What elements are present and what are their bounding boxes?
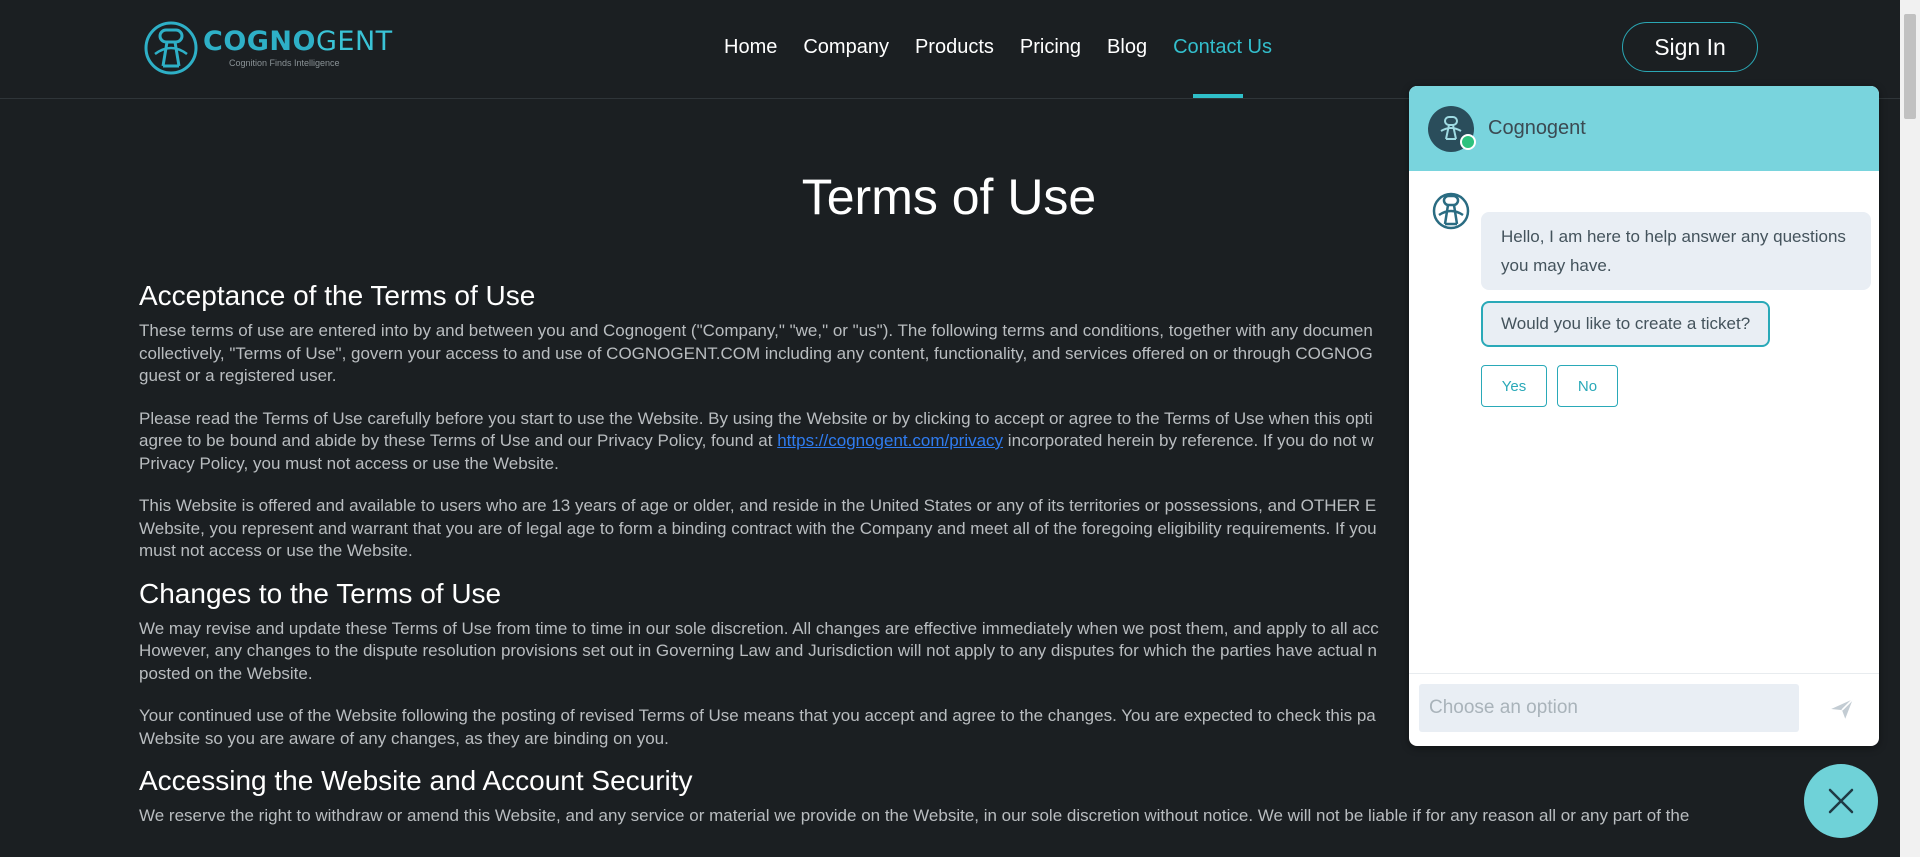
sign-in-button[interactable]: Sign In	[1622, 22, 1758, 72]
logo-tagline: Cognition Finds Intelligence	[229, 58, 340, 68]
logo-brand-light: GENT	[315, 26, 393, 57]
bot-message: Hello, I am here to help answer any ques…	[1481, 212, 1871, 290]
text-fragment: agree to be bound and abide by these Ter…	[139, 431, 778, 450]
bot-question: Would you like to create a ticket?	[1481, 301, 1771, 347]
nav-active-indicator	[1193, 94, 1243, 98]
section-accessing: Accessing the Website and Account Securi…	[139, 765, 1759, 828]
paragraph: We reserve the right to withdraw or amen…	[139, 805, 1759, 828]
section-heading: Accessing the Website and Account Securi…	[139, 765, 693, 796]
nav-blog[interactable]: Blog	[1107, 36, 1147, 59]
main-nav: Home Company Products Pricing Blog Conta…	[724, 36, 1298, 59]
nav-products[interactable]: Products	[915, 36, 994, 59]
nav-home[interactable]: Home	[724, 36, 777, 59]
cognogent-logo[interactable]: COGNOGENT Cognition Finds Intelligence	[143, 20, 393, 76]
cognogent-logo-icon	[144, 21, 198, 75]
close-icon	[1828, 788, 1854, 814]
page-scrollbar[interactable]	[1900, 0, 1920, 857]
bot-message-icon	[1432, 192, 1470, 230]
send-icon[interactable]	[1829, 696, 1855, 722]
chat-close-button[interactable]	[1804, 764, 1878, 838]
site-header: COGNOGENT Cognition Finds Intelligence H…	[0, 0, 1900, 99]
scrollbar-thumb[interactable]	[1904, 14, 1916, 119]
nav-contact-us[interactable]: Contact Us	[1173, 36, 1272, 59]
chat-footer	[1409, 673, 1879, 746]
privacy-policy-link[interactable]: https://cognogent.com/privacy	[777, 431, 1003, 450]
nav-pricing[interactable]: Pricing	[1020, 36, 1081, 59]
option-yes-button[interactable]: Yes	[1481, 365, 1547, 407]
chat-widget: Cognogent Hello, I am here to help answe…	[1409, 86, 1879, 746]
logo-brand-bold: COGNO	[203, 26, 316, 57]
chat-header: Cognogent	[1409, 86, 1879, 171]
option-no-button[interactable]: No	[1557, 365, 1618, 407]
text-fragment: incorporated herein by reference. If you…	[1003, 431, 1374, 450]
nav-company[interactable]: Company	[803, 36, 889, 59]
paragraph-line: We reserve the right to withdraw or amen…	[139, 806, 1690, 825]
bot-avatar	[1428, 105, 1476, 152]
chat-input[interactable]	[1419, 684, 1799, 732]
online-status-dot	[1460, 133, 1476, 150]
chat-bot-name: Cognogent	[1488, 117, 1586, 139]
